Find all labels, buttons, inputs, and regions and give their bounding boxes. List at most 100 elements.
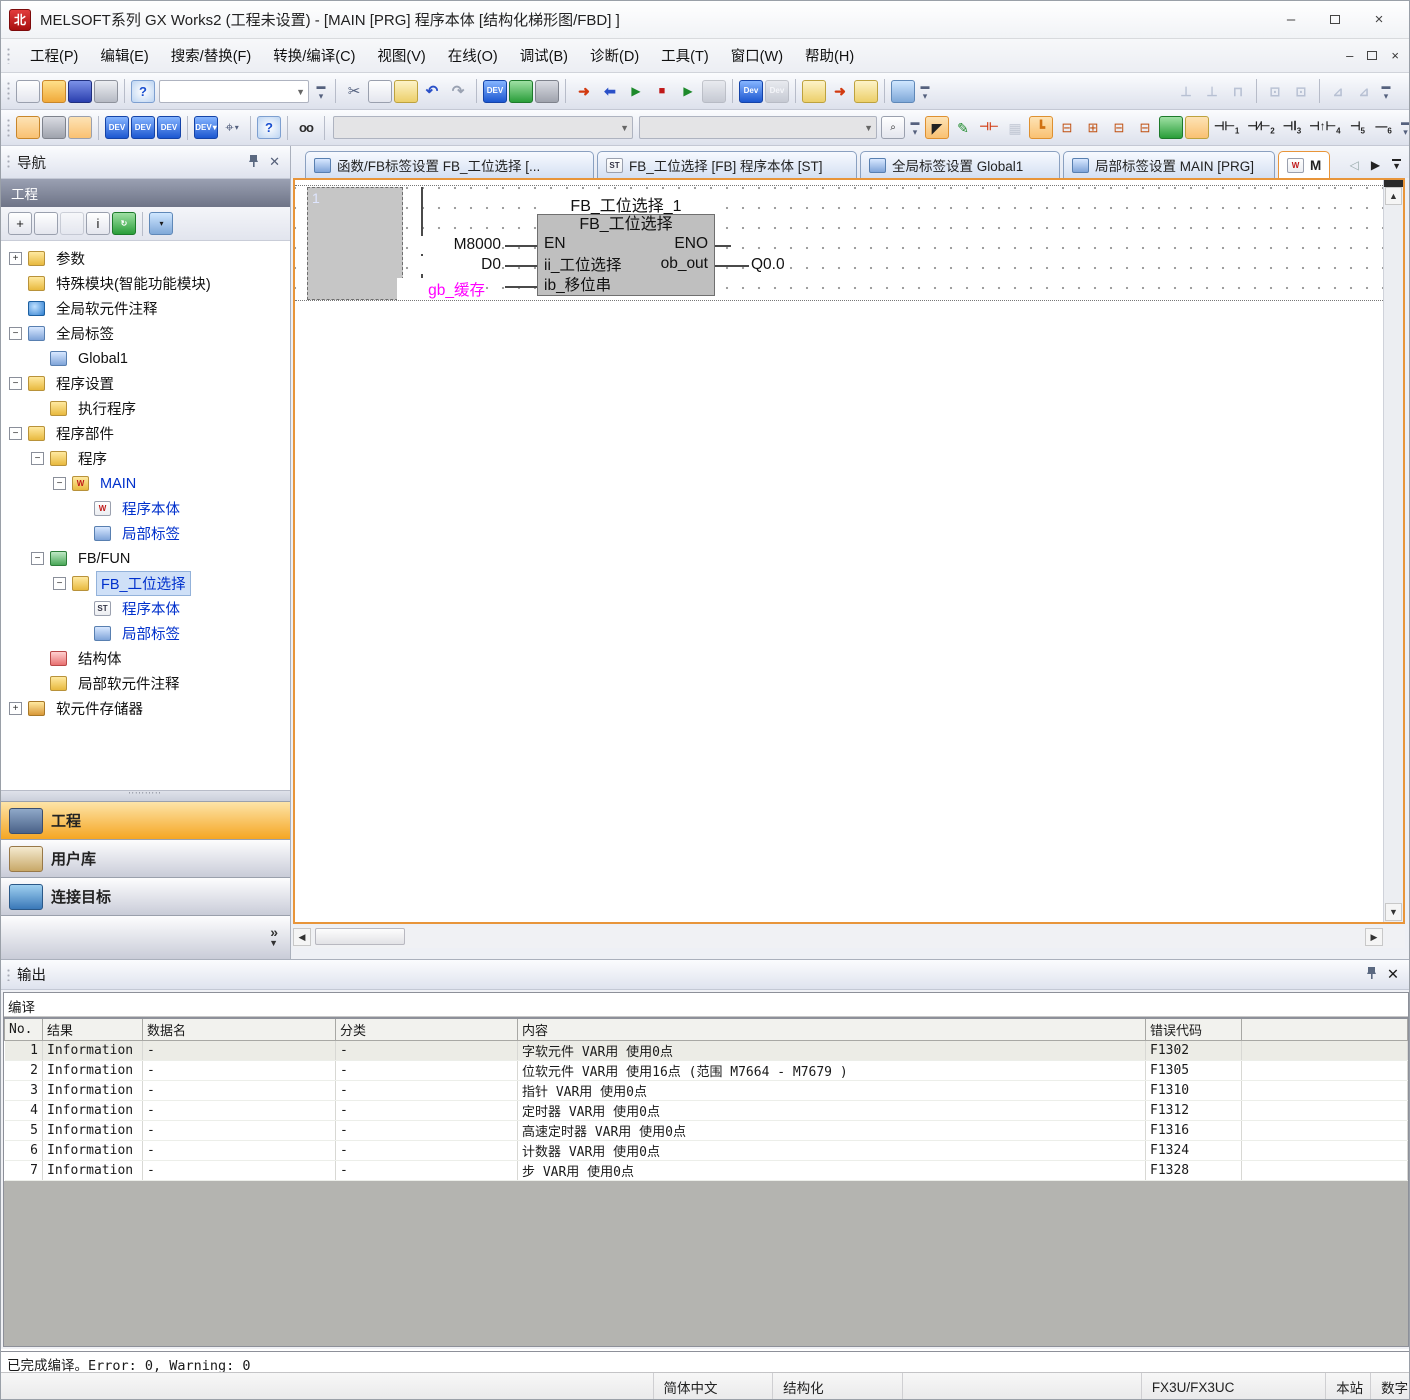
sort-dropdown-icon[interactable]: ▾ bbox=[149, 212, 173, 235]
pulse-contact-icon[interactable]: ⊣↑⊢4 bbox=[1306, 116, 1343, 139]
tree-expander-icon[interactable]: − bbox=[31, 552, 44, 565]
new-project-icon[interactable] bbox=[16, 80, 40, 103]
nav-close-icon[interactable]: ✕ bbox=[269, 154, 280, 170]
output-column-header[interactable]: 结果 bbox=[43, 1018, 143, 1041]
device-zoom-dropdown-icon[interactable]: ⌖▾ bbox=[220, 116, 244, 139]
ladder-branch-icon[interactable]: ⊥ bbox=[1174, 80, 1198, 103]
output-row[interactable]: 3Information--指针 VAR用 使用0点F1310 bbox=[5, 1081, 1408, 1101]
output-row[interactable]: 6Information--计数器 VAR用 使用0点F1324 bbox=[5, 1141, 1408, 1161]
monitor-start-icon[interactable]: ▶ bbox=[624, 80, 648, 103]
output-row[interactable]: 1Information--字软元件 VAR用 使用0点F1302 bbox=[5, 1041, 1408, 1061]
tree-item[interactable]: 局部软元件注释 bbox=[1, 671, 290, 696]
tree-item[interactable]: − 全局标签 bbox=[1, 321, 290, 346]
coil-icon[interactable]: ⊣Ⅰ3 bbox=[1280, 116, 1304, 139]
cut-icon[interactable]: ✂ bbox=[342, 80, 366, 103]
horizontal-scrollbar[interactable]: ◀ ▶ bbox=[293, 926, 1405, 948]
save-project-icon[interactable] bbox=[68, 80, 92, 103]
menu-item[interactable]: 工具(T) bbox=[650, 45, 720, 69]
vertical-scrollbar[interactable]: ▲ ▼ bbox=[1383, 180, 1403, 922]
device-find-icon[interactable]: DEV bbox=[105, 116, 129, 139]
data-property-icon[interactable]: i bbox=[86, 212, 110, 235]
menu-item[interactable]: 诊断(D) bbox=[579, 45, 650, 69]
nav-splitter-handle[interactable]: '''''''''' bbox=[1, 790, 290, 801]
tree-item[interactable]: W 程序本体 bbox=[1, 496, 290, 521]
tree-expander-icon[interactable]: + bbox=[9, 702, 22, 715]
refresh-icon[interactable]: ↻ bbox=[112, 212, 136, 235]
ladder-coil-icon[interactable]: ⊥ bbox=[1200, 80, 1224, 103]
output-column-header[interactable]: 数据名 bbox=[143, 1018, 336, 1041]
tree-item[interactable]: − 程序设置 bbox=[1, 371, 290, 396]
help-icon[interactable]: ? bbox=[131, 80, 155, 103]
toolbar-overflow-button[interactable]: ▬▾ bbox=[908, 116, 922, 139]
tree-expander-icon[interactable]: − bbox=[9, 427, 22, 440]
write-to-plc-icon[interactable]: ➜ bbox=[572, 80, 596, 103]
output-pin-icon[interactable] bbox=[1366, 966, 1377, 984]
insert-row-icon[interactable]: ⊟ bbox=[1055, 116, 1079, 139]
close-button[interactable]: × bbox=[1357, 6, 1401, 34]
wire-mode-icon[interactable]: ┗ bbox=[1029, 116, 1053, 139]
tree-item[interactable]: − FB_工位选择 bbox=[1, 571, 290, 596]
tree-expander-icon[interactable]: − bbox=[9, 377, 22, 390]
monitor-off-icon[interactable] bbox=[702, 80, 726, 103]
operand-q0-0[interactable]: Q0.0 bbox=[751, 256, 785, 274]
tree-item[interactable]: 执行程序 bbox=[1, 396, 290, 421]
operand-m8000[interactable]: M8000 bbox=[413, 236, 501, 254]
operand-gb-buffer[interactable]: gb_缓存 bbox=[397, 278, 485, 300]
pin-eno[interactable]: ENO bbox=[674, 235, 708, 253]
mdi-restore-button[interactable] bbox=[1367, 51, 1377, 60]
output-block-icon[interactable] bbox=[1185, 116, 1209, 139]
watch-combobox-2[interactable]: ▼ bbox=[639, 116, 877, 139]
mdi-minimize-button[interactable]: – bbox=[1346, 48, 1353, 63]
document-tab[interactable]: 函数/FB标签设置 FB_工位选择 [... bbox=[305, 151, 594, 178]
ladder-pulse-icon[interactable]: ⊓ bbox=[1226, 80, 1250, 103]
menu-item[interactable]: 工程(P) bbox=[19, 45, 89, 69]
new-data-icon[interactable]: + bbox=[8, 212, 32, 235]
tree-item[interactable]: + 软元件存储器 bbox=[1, 696, 290, 721]
document-tab[interactable]: 局部标签设置 MAIN [PRG] bbox=[1063, 151, 1275, 178]
menu-item[interactable]: 搜索/替换(F) bbox=[160, 45, 263, 69]
statement-insert-icon[interactable]: ➜ bbox=[828, 80, 852, 103]
inline-st-icon[interactable]: ⊿ bbox=[1326, 80, 1350, 103]
pin-ib-shift[interactable]: ib_移位串 bbox=[544, 273, 611, 295]
document-tab[interactable]: 全局标签设置 Global1 bbox=[860, 151, 1060, 178]
redo-icon[interactable]: ↷ bbox=[446, 80, 470, 103]
output-row[interactable]: 5Information--高速定时器 VAR用 使用0点F1316 bbox=[5, 1121, 1408, 1141]
tree-item[interactable]: − FB/FUN bbox=[1, 546, 290, 571]
pin-ob-out[interactable]: ob_out bbox=[661, 255, 708, 273]
device-display-on-icon[interactable]: Dev bbox=[739, 80, 763, 103]
device-comment-find-icon[interactable]: DEV bbox=[483, 80, 507, 103]
rung-number-box[interactable]: 1 bbox=[307, 187, 403, 300]
scroll-left-button[interactable]: ◀ bbox=[293, 928, 311, 946]
tree-item[interactable]: 特殊模块(智能功能模块) bbox=[1, 271, 290, 296]
note-edit-icon[interactable] bbox=[854, 80, 878, 103]
copy-icon[interactable] bbox=[368, 80, 392, 103]
tree-item[interactable]: Global1 bbox=[1, 346, 290, 371]
fbd-canvas[interactable]: 1 FB_工位选择_1 FB_工位选择 EN ENO ii_工位选择 ob_ou… bbox=[295, 180, 1383, 922]
open-project-icon[interactable] bbox=[42, 80, 66, 103]
hscroll-thumb[interactable] bbox=[315, 928, 405, 945]
undo-icon[interactable]: ↶ bbox=[420, 80, 444, 103]
menu-item[interactable]: 编辑(E) bbox=[89, 45, 159, 69]
document-tab[interactable]: W M bbox=[1278, 151, 1330, 178]
print-icon[interactable] bbox=[94, 80, 118, 103]
open-contact-icon[interactable]: ⊣⊢1 bbox=[1211, 116, 1242, 139]
monitor-watch-icon[interactable]: ▶ bbox=[676, 80, 700, 103]
tree-item[interactable]: ST 程序本体 bbox=[1, 596, 290, 621]
maximize-button[interactable] bbox=[1313, 6, 1357, 34]
st-editor-icon[interactable] bbox=[1159, 116, 1183, 139]
menu-item[interactable]: 在线(O) bbox=[437, 45, 509, 69]
insert-col-icon[interactable]: ⊞ bbox=[1081, 116, 1105, 139]
output-close-icon[interactable]: ✕ bbox=[1387, 967, 1399, 983]
output-row[interactable]: 2Information--位软元件 VAR用 使用16点 (范围 M7664 … bbox=[5, 1061, 1408, 1081]
work-window-icon[interactable] bbox=[68, 116, 92, 139]
tree-expander-icon[interactable]: − bbox=[53, 577, 66, 590]
watch-combobox-1[interactable]: ▼ bbox=[333, 116, 633, 139]
tree-item[interactable]: 局部标签 bbox=[1, 621, 290, 646]
output-column-header[interactable]: 内容 bbox=[518, 1018, 1146, 1041]
hw-config-icon[interactable] bbox=[535, 80, 559, 103]
copy-data-icon[interactable] bbox=[34, 212, 58, 235]
toolbar-overflow-button[interactable]: ▬▾ bbox=[1399, 116, 1410, 139]
delete-row-icon[interactable]: ⊟ bbox=[1107, 116, 1131, 139]
document-find-icon[interactable]: ⌕ bbox=[881, 116, 905, 139]
minimize-button[interactable]: – bbox=[1269, 6, 1313, 34]
